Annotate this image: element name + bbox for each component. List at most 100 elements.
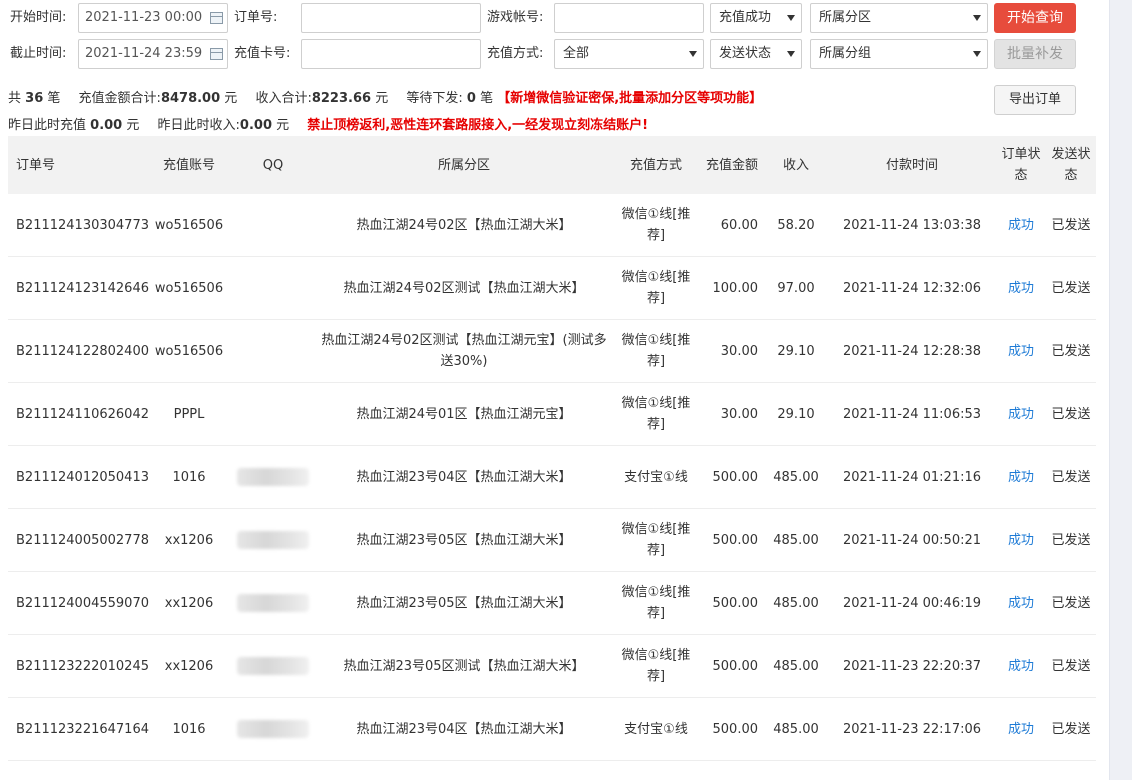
income-unit: 元 bbox=[375, 91, 389, 106]
cell-zone: 热血江湖23号04区【热血江湖大米】 bbox=[316, 445, 612, 509]
recharge-status-select[interactable]: 充值成功 bbox=[710, 3, 802, 33]
export-orders-button[interactable]: 导出订单 bbox=[994, 85, 1076, 115]
page-scrollbar[interactable] bbox=[1109, 0, 1132, 780]
cell-amount: 500.00 bbox=[700, 634, 764, 698]
cell-order-status[interactable]: 成功 bbox=[996, 634, 1046, 698]
cell-order-no: B211124130304773 bbox=[8, 194, 149, 257]
cell-zone: 热血江湖23号04区【热血江湖大米】 bbox=[316, 697, 612, 761]
cell-qq bbox=[230, 445, 316, 509]
cell-method: 微信①线[推荐] bbox=[612, 508, 700, 572]
game-account-input[interactable] bbox=[554, 3, 704, 33]
cell-order-no: B211123222010245 bbox=[8, 634, 149, 698]
table-row: B211124130304773 wo516506 热血江湖24号02区【热血江湖大… bbox=[8, 194, 1096, 257]
start-time-input[interactable]: 2021-11-23 00:00 bbox=[78, 3, 228, 33]
zone-select[interactable]: 所属分区 bbox=[810, 3, 988, 33]
send-status-value: 发送状态 bbox=[719, 46, 772, 61]
game-account-label: 游戏帐号: bbox=[487, 10, 544, 25]
cell-amount: 100.00 bbox=[700, 256, 764, 320]
cell-order-status[interactable]: 成功 bbox=[996, 445, 1046, 509]
order-no-input[interactable] bbox=[301, 3, 481, 33]
cell-send-status: 已发送 bbox=[1046, 508, 1096, 572]
card-no-input[interactable] bbox=[301, 39, 481, 69]
cell-account: 1016 bbox=[148, 445, 230, 509]
cell-order-status[interactable]: 成功 bbox=[996, 256, 1046, 320]
calendar-icon[interactable] bbox=[210, 12, 223, 24]
cell-income: 29.10 bbox=[764, 319, 828, 383]
cell-account: 1016 bbox=[148, 697, 230, 761]
cell-amount: 500.00 bbox=[700, 697, 764, 761]
cell-qq bbox=[230, 508, 316, 572]
cell-pay-time: 2021-11-24 12:32:06 bbox=[828, 256, 996, 320]
cell-order-status[interactable]: 成功 bbox=[996, 571, 1046, 635]
summary-line-1: 共 36 笔 充值金额合计:8478.00 元 收入合计:8223.66 元 等… bbox=[8, 87, 762, 106]
cell-method: 微信①线[推荐] bbox=[612, 256, 700, 320]
cell-income: 485.00 bbox=[764, 508, 828, 572]
header-qq: QQ bbox=[230, 136, 316, 194]
cell-amount: 500.00 bbox=[700, 571, 764, 635]
header-order-status: 订单状态 bbox=[996, 136, 1046, 194]
cell-order-status[interactable]: 成功 bbox=[996, 194, 1046, 257]
query-button[interactable]: 开始查询 bbox=[994, 3, 1076, 33]
warning-notice: 禁止顶榜返利,恶性连环套路服接入,一经发现立刻冻结账户! bbox=[307, 118, 649, 133]
redacted-qq bbox=[237, 720, 309, 738]
end-time-input[interactable]: 2021-11-24 23:59 bbox=[78, 39, 228, 69]
batch-resend-button[interactable]: 批量补发 bbox=[994, 39, 1076, 69]
redacted-qq bbox=[237, 594, 309, 612]
cell-order-status[interactable]: 成功 bbox=[996, 319, 1046, 383]
cell-order-no: B211124122802400 bbox=[8, 319, 149, 383]
end-time-value: 2021-11-24 23:59 bbox=[85, 46, 203, 61]
cell-zone: 热血江湖23号05区测试【热血江湖大米】 bbox=[316, 634, 612, 698]
end-time-label: 截止时间: bbox=[10, 46, 67, 61]
cell-method: 微信①线[推荐] bbox=[612, 634, 700, 698]
cell-method: 微信①线[推荐] bbox=[612, 382, 700, 446]
table-row: B211124012050413 1016 热血江湖23号04区【热血江湖大米】 支付… bbox=[8, 445, 1096, 509]
header-account: 充值账号 bbox=[148, 136, 230, 194]
chevron-down-icon bbox=[973, 15, 981, 21]
cell-send-status: 已发送 bbox=[1046, 319, 1096, 383]
income-label: 收入合计: bbox=[255, 91, 312, 106]
yesterday-recharge-label: 昨日此时充值 bbox=[8, 118, 87, 133]
cell-pay-time: 2021-11-24 00:50:21 bbox=[828, 508, 996, 572]
amount-label: 充值金额合计: bbox=[78, 91, 161, 106]
cell-order-no: B211124110626042 bbox=[8, 382, 149, 446]
redacted-qq bbox=[237, 468, 309, 486]
cell-income: 97.00 bbox=[764, 256, 828, 320]
cell-order-status[interactable]: 成功 bbox=[996, 382, 1046, 446]
header-amount: 充值金额 bbox=[700, 136, 764, 194]
amount-value: 8478.00 bbox=[160, 91, 221, 106]
cell-zone: 热血江湖24号01区【热血江湖元宝】 bbox=[316, 382, 612, 446]
card-no-label: 充值卡号: bbox=[234, 46, 291, 61]
cell-send-status: 已发送 bbox=[1046, 445, 1096, 509]
table-row: B211124110626042 PPPL 热血江湖24号01区【热血江湖元宝】 微信… bbox=[8, 382, 1096, 446]
cell-pay-time: 2021-11-24 12:28:38 bbox=[828, 319, 996, 383]
cell-send-status: 已发送 bbox=[1046, 256, 1096, 320]
pending-label: 等待下发: bbox=[406, 91, 463, 106]
cell-amount: 60.00 bbox=[700, 194, 764, 257]
header-pay-time: 付款时间 bbox=[828, 136, 996, 194]
calendar-icon[interactable] bbox=[210, 48, 223, 60]
group-select-value: 所属分组 bbox=[819, 46, 872, 61]
pay-method-select[interactable]: 全部 bbox=[554, 39, 704, 69]
send-status-select[interactable]: 发送状态 bbox=[710, 39, 802, 69]
recharge-status-value: 充值成功 bbox=[719, 10, 772, 25]
cell-qq bbox=[230, 194, 316, 257]
cell-order-no: B211124004559070 bbox=[8, 571, 149, 635]
cell-account: xx1206 bbox=[148, 571, 230, 635]
cell-qq bbox=[230, 634, 316, 698]
yesterday-income-label: 昨日此时收入: bbox=[157, 118, 240, 133]
cell-qq bbox=[230, 697, 316, 761]
cell-income: 485.00 bbox=[764, 634, 828, 698]
cell-send-status: 已发送 bbox=[1046, 697, 1096, 761]
cell-send-status: 已发送 bbox=[1046, 634, 1096, 698]
cell-income: 485.00 bbox=[764, 571, 828, 635]
cell-order-status[interactable]: 成功 bbox=[996, 697, 1046, 761]
header-method: 充值方式 bbox=[612, 136, 700, 194]
group-select[interactable]: 所属分组 bbox=[810, 39, 988, 69]
pending-unit: 笔 bbox=[480, 91, 494, 106]
cell-order-status[interactable]: 成功 bbox=[996, 508, 1046, 572]
chevron-down-icon bbox=[787, 15, 795, 21]
cell-order-no: B211124012050413 bbox=[8, 445, 149, 509]
cell-send-status: 已发送 bbox=[1046, 194, 1096, 257]
cell-method: 支付宝①线 bbox=[612, 697, 700, 761]
cell-method: 微信①线[推荐] bbox=[612, 319, 700, 383]
